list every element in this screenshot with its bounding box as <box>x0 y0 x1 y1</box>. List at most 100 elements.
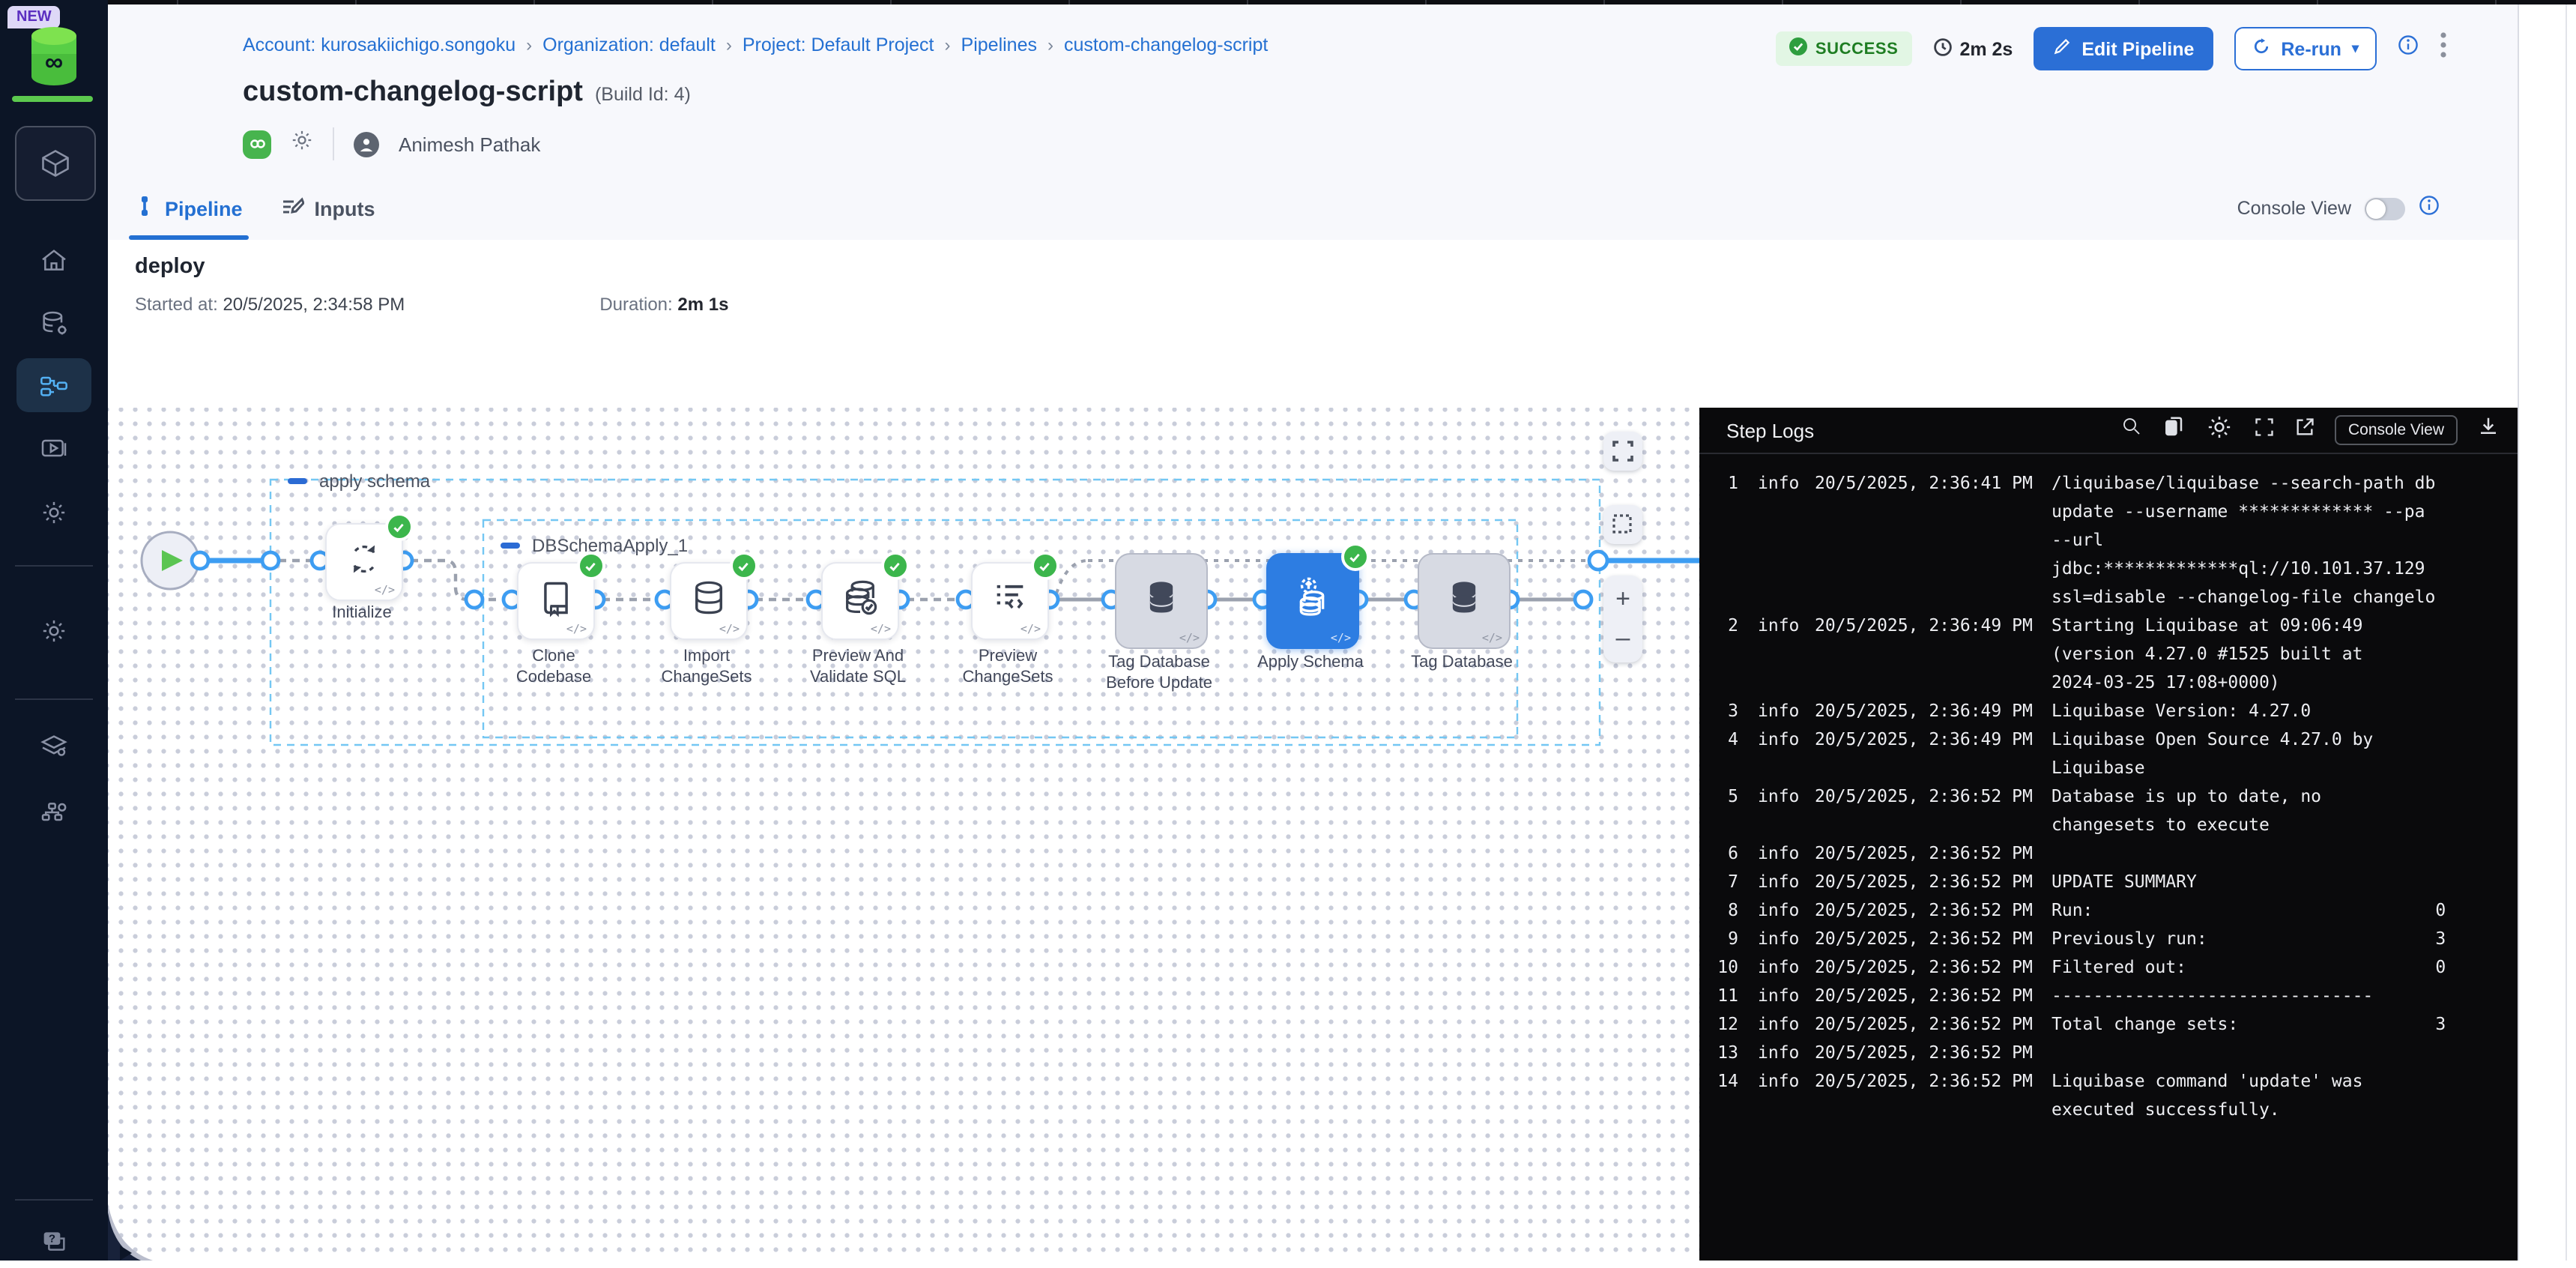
group-apply-schema[interactable]: apply schema <box>288 471 430 492</box>
step-node-tag-database[interactable]: </> <box>1417 553 1510 649</box>
database-solid-icon <box>1141 578 1180 624</box>
sidebar-item-delegates[interactable] <box>16 785 91 839</box>
fullscreen-icon[interactable] <box>2254 416 2275 444</box>
pipeline-tab-icon <box>135 195 154 222</box>
log-line-wrap: ssl=disable --changelog-file changelo <box>1699 583 2518 612</box>
logs-console-view-button[interactable]: Console View <box>2335 415 2458 445</box>
log-line-wrap: changesets to execute <box>1699 811 2518 839</box>
duration-indicator: 2m 2s <box>1932 37 2013 61</box>
rerun-button[interactable]: Re-run ▾ <box>2234 27 2377 70</box>
executions-icon <box>39 433 69 463</box>
scrollbar-track[interactable] <box>2566 4 2567 1261</box>
code-template-icon: </> <box>871 622 891 635</box>
sidebar-item-settings[interactable] <box>16 604 91 658</box>
zoom-in-button[interactable]: + <box>1615 585 1630 615</box>
step-node-import-changesets[interactable]: </> <box>669 562 747 640</box>
step-label: PreviewChangeSets <box>933 647 1083 688</box>
pencil-icon <box>2053 37 2071 60</box>
gear-icon[interactable] <box>291 129 313 159</box>
stage-summary: deploy Started at: 20/5/2025, 2:34:58 PM… <box>108 240 2518 409</box>
log-line: 2info20/5/2025, 2:36:49 PMStarting Liqui… <box>1699 612 2518 640</box>
right-gutter <box>2518 4 2576 1261</box>
breadcrumb-link[interactable]: Account: kurosakiichigo.songoku <box>243 34 515 55</box>
step-node-tag-database-before-update[interactable]: </> <box>1114 553 1207 649</box>
log-line: 12info20/5/2025, 2:36:52 PMTotal change … <box>1699 1010 2518 1039</box>
log-line: 11info20/5/2025, 2:36:52 PM-------------… <box>1699 982 2518 1010</box>
collapse-icon[interactable] <box>288 478 307 484</box>
info-icon[interactable] <box>2419 194 2440 223</box>
step-node-preview-and-validate-sql[interactable]: </> <box>820 562 898 640</box>
changeset-icon <box>990 578 1029 624</box>
sidebar-item-layers[interactable] <box>16 719 91 773</box>
pipeline-link-badge[interactable] <box>243 130 271 158</box>
sidebar-module-selector[interactable] <box>15 126 96 201</box>
zoom-out-button[interactable]: – <box>1616 624 1630 653</box>
avatar <box>354 131 379 157</box>
sidebar-item-executions[interactable] <box>16 421 91 475</box>
gear-icon[interactable] <box>2204 411 2234 449</box>
sidebar-item-database-devops[interactable] <box>16 297 91 351</box>
more-options-icon[interactable] <box>2440 31 2447 66</box>
sidebar-item-home[interactable] <box>16 234 91 288</box>
step-node-initialize[interactable]: </> <box>324 523 402 601</box>
search-icon[interactable] <box>2120 415 2143 445</box>
zoom-control[interactable]: + – <box>1603 576 1642 662</box>
fit-view-button[interactable] <box>1603 432 1642 471</box>
refresh-icon <box>2252 37 2270 60</box>
external-link-icon[interactable] <box>2294 416 2315 444</box>
step-node-apply-schema[interactable]: </> <box>1266 553 1358 649</box>
logo-underline <box>12 96 93 102</box>
log-line: 1info20/5/2025, 2:36:41 PM/liquibase/liq… <box>1699 469 2518 498</box>
database-logo-icon[interactable]: ∞ <box>24 24 84 87</box>
edit-pipeline-button[interactable]: Edit Pipeline <box>2034 27 2213 70</box>
step-label: Initialize <box>287 604 437 624</box>
stage-name: deploy <box>135 255 205 279</box>
code-template-icon: </> <box>566 622 587 635</box>
svg-text:?: ? <box>49 1233 55 1246</box>
collapse-icon[interactable] <box>501 543 520 549</box>
step-label: Tag Database <box>1387 653 1537 674</box>
step-node-clone-codebase[interactable]: </> <box>516 562 594 640</box>
log-line-wrap: 2024-03-25 17:08+0000) <box>1699 668 2518 697</box>
log-line-wrap: (version 4.27.0 #1525 built at <box>1699 640 2518 668</box>
log-line-wrap: Liquibase <box>1699 754 2518 782</box>
log-output[interactable]: 1info20/5/2025, 2:36:41 PM/liquibase/liq… <box>1699 454 2518 1261</box>
step-label: CloneCodebase <box>479 647 629 688</box>
canvas-corner-handle[interactable] <box>108 1204 153 1261</box>
log-line: 14info20/5/2025, 2:36:52 PMLiquibase com… <box>1699 1067 2518 1096</box>
pipeline-canvas[interactable]: apply schema DBSchemaApply_1 </>Initiali… <box>108 408 1699 1261</box>
breadcrumb-link[interactable]: Project: Default Project <box>743 34 934 55</box>
step-label: Preview AndValidate SQL <box>783 647 933 688</box>
log-line: 6info20/5/2025, 2:36:52 PM <box>1699 839 2518 868</box>
check-circle-icon <box>1790 37 1808 60</box>
stage-duration: Duration: 2m 1s <box>599 294 728 315</box>
breadcrumb: Account: kurosakiichigo.songoku › Organiza… <box>243 34 1268 55</box>
pipelines-icon <box>39 370 69 400</box>
home-icon <box>39 246 69 276</box>
sidebar-item-environments[interactable] <box>16 486 91 540</box>
breadcrumb-separator: › <box>945 34 951 55</box>
download-icon[interactable] <box>2477 415 2500 445</box>
log-line: 3info20/5/2025, 2:36:49 PMLiquibase Vers… <box>1699 697 2518 725</box>
svg-text:∞: ∞ <box>45 48 63 76</box>
author-name: Animesh Pathak <box>399 133 540 155</box>
code-template-icon: </> <box>1331 631 1351 644</box>
sidebar-item-help[interactable]: ? <box>16 1214 91 1268</box>
step-label: Tag DatabaseBefore Update <box>1084 653 1234 694</box>
copy-icon[interactable] <box>2162 415 2185 445</box>
breadcrumb-separator: › <box>526 34 532 55</box>
breadcrumb-link[interactable]: Organization: default <box>542 34 716 55</box>
sidebar-item-pipelines[interactable] <box>16 358 91 412</box>
step-node-preview-changesets[interactable]: </> <box>970 562 1048 640</box>
breadcrumb-link[interactable]: Pipelines <box>961 34 1037 55</box>
breadcrumb-link[interactable]: custom-changelog-script <box>1064 34 1268 55</box>
tab-inputs[interactable]: Inputs <box>282 177 375 240</box>
console-view-toggle[interactable] <box>2365 197 2405 220</box>
database-gear-icon <box>39 309 69 339</box>
page-title: custom-changelog-script <box>243 76 583 109</box>
info-icon[interactable] <box>2398 34 2419 63</box>
marquee-select-button[interactable] <box>1603 505 1642 544</box>
cube-module-icon <box>39 147 72 180</box>
tab-pipeline[interactable]: Pipeline <box>135 177 243 240</box>
success-check-icon <box>384 513 413 541</box>
